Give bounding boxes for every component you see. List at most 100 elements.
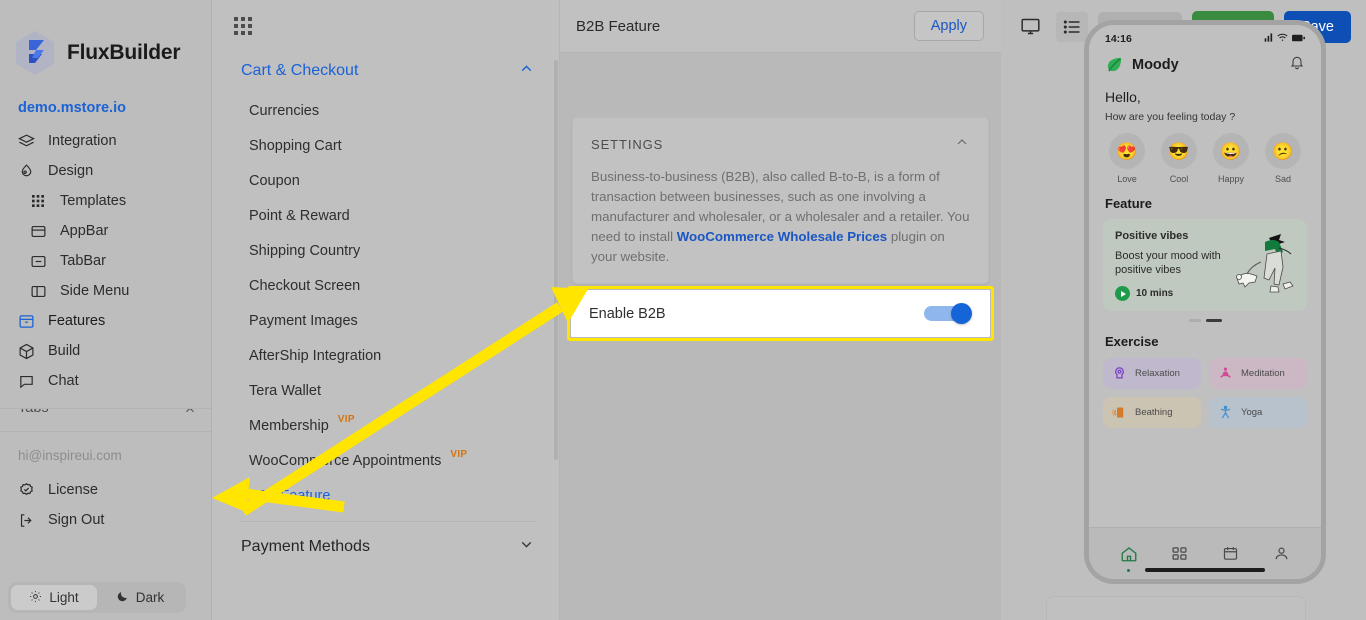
menu-item-coupon[interactable]: Coupon bbox=[212, 163, 559, 198]
chevron-up-icon bbox=[518, 60, 535, 82]
apps-grid-button[interactable] bbox=[212, 0, 559, 52]
theme-toggle[interactable]: Light Dark bbox=[8, 582, 186, 613]
exercise-chip-beathing[interactable]: Beathing bbox=[1103, 397, 1201, 428]
menu-item-label: Checkout Screen bbox=[249, 278, 360, 294]
enable-b2b-row[interactable]: Enable B2B bbox=[571, 290, 990, 337]
tab-home[interactable] bbox=[1116, 541, 1142, 567]
mood-label: Love bbox=[1105, 174, 1149, 184]
settings-section-label: SETTINGS bbox=[591, 137, 663, 152]
sidebar-item-build[interactable]: Build bbox=[0, 336, 211, 366]
menu-item-aftership-integration[interactable]: AfterShip Integration bbox=[212, 338, 559, 373]
enable-b2b-label: Enable B2B bbox=[589, 306, 666, 322]
exercise-chip-meditation[interactable]: Meditation bbox=[1209, 358, 1307, 389]
bottom-partial-panel bbox=[1046, 596, 1306, 620]
menu-item-label: Tera Wallet bbox=[249, 383, 321, 399]
settings-card: SETTINGS Business-to-business (B2B), als… bbox=[572, 117, 989, 284]
mood-option-cool[interactable]: 😎 Cool bbox=[1157, 133, 1201, 184]
phone-greeting: Hello, bbox=[1089, 77, 1321, 105]
feature-section-title: Feature bbox=[1089, 184, 1321, 211]
enable-b2b-toggle[interactable] bbox=[924, 303, 972, 324]
wholesale-prices-link[interactable]: WooCommerce Wholesale Prices bbox=[677, 229, 887, 244]
menu-item-label: B2B Feature bbox=[249, 488, 330, 504]
breathing-icon bbox=[1112, 405, 1127, 420]
home-indicator-bar bbox=[1145, 568, 1265, 572]
apply-button[interactable]: Apply bbox=[914, 11, 984, 41]
theme-dark-button[interactable]: Dark bbox=[97, 585, 183, 610]
sidebar-item-tabbar[interactable]: TabBar bbox=[0, 246, 211, 276]
site-url-link[interactable]: demo.mstore.io bbox=[0, 84, 211, 126]
phone-app-header: Moody bbox=[1089, 47, 1321, 77]
sidebar-item-label: Design bbox=[48, 163, 93, 179]
feature-card[interactable]: Positive vibes Boost your mood with posi… bbox=[1103, 219, 1307, 311]
monitor-icon[interactable] bbox=[1014, 12, 1046, 42]
sidebar-clipped-section[interactable]: Tabs bbox=[0, 408, 211, 432]
sidebar-item-label: License bbox=[48, 482, 98, 498]
sidebar-item-label: Sign Out bbox=[48, 512, 104, 528]
toggle-knob bbox=[951, 303, 972, 324]
list-icon[interactable] bbox=[1056, 12, 1088, 42]
menu-item-tera-wallet[interactable]: Tera Wallet bbox=[212, 373, 559, 408]
sidebar-clipped-section-label: Tabs bbox=[18, 408, 49, 416]
menu-item-membership[interactable]: Membership VIP bbox=[212, 408, 559, 443]
sun-icon bbox=[29, 590, 42, 606]
flux-hexagon-logo-icon bbox=[14, 30, 56, 76]
chat-icon bbox=[18, 373, 35, 390]
section-cart-and-checkout[interactable]: Cart & Checkout bbox=[212, 52, 559, 90]
features-icon bbox=[18, 313, 35, 330]
preview-pane: Share Publish Save 14:16 bbox=[1001, 0, 1366, 620]
tab-profile[interactable] bbox=[1269, 541, 1295, 567]
exercise-chip-relaxation[interactable]: Relaxation bbox=[1103, 358, 1201, 389]
sidebar-item-templates[interactable]: Templates bbox=[0, 186, 211, 216]
tab-calendar[interactable] bbox=[1218, 541, 1244, 567]
menu-item-label: Coupon bbox=[249, 173, 300, 189]
sidebar-item-chat[interactable]: Chat bbox=[0, 366, 211, 396]
carousel-dot[interactable] bbox=[1189, 319, 1201, 322]
sidebar-item-features[interactable]: Features bbox=[0, 306, 211, 336]
sidebar-item-side-menu[interactable]: Side Menu bbox=[0, 276, 211, 306]
menu-item-b2b-feature[interactable]: B2B Feature bbox=[212, 478, 559, 513]
menu-item-label: Payment Images bbox=[249, 313, 358, 329]
menu-item-shopping-cart[interactable]: Shopping Cart bbox=[212, 128, 559, 163]
mood-option-love[interactable]: 😍 Love bbox=[1105, 133, 1149, 184]
sidebar-item-design[interactable]: Design bbox=[0, 156, 211, 186]
mood-option-sad[interactable]: 😕 Sad bbox=[1261, 133, 1305, 184]
bell-icon[interactable] bbox=[1289, 54, 1305, 75]
carousel-dot-active[interactable] bbox=[1206, 319, 1222, 322]
vip-badge: VIP bbox=[450, 449, 467, 460]
sidebar-item-label: Templates bbox=[60, 193, 126, 209]
chevron-up-icon[interactable] bbox=[954, 134, 970, 155]
menu-item-shipping-country[interactable]: Shipping Country bbox=[212, 233, 559, 268]
exercise-chip-yoga[interactable]: Yoga bbox=[1209, 397, 1307, 428]
section-title: Cart & Checkout bbox=[241, 62, 358, 80]
sidebar-item-license[interactable]: License bbox=[0, 475, 211, 505]
settings-title: B2B Feature bbox=[576, 18, 660, 35]
mood-label: Sad bbox=[1261, 174, 1305, 184]
menu-item-woocommerce-appointments[interactable]: WooCommerce Appointments VIP bbox=[212, 443, 559, 478]
person-walking-dog-illustration-icon bbox=[1231, 228, 1301, 305]
menu-item-currencies[interactable]: Currencies bbox=[212, 93, 559, 128]
vip-badge: VIP bbox=[338, 414, 355, 425]
leaf-icon bbox=[1105, 55, 1124, 74]
mood-label: Cool bbox=[1157, 174, 1201, 184]
settings-description: Business-to-business (B2B), also called … bbox=[573, 167, 988, 283]
menu-item-checkout-screen[interactable]: Checkout Screen bbox=[212, 268, 559, 303]
menu-item-payment-images[interactable]: Payment Images bbox=[212, 303, 559, 338]
play-circle-icon[interactable] bbox=[1115, 286, 1130, 301]
sidebar-item-integration[interactable]: Integration bbox=[0, 126, 211, 156]
settings-card-header[interactable]: SETTINGS bbox=[573, 118, 988, 167]
exercise-label: Relaxation bbox=[1135, 368, 1180, 379]
sidebar-item-label: AppBar bbox=[60, 223, 108, 239]
menu-item-label: Membership bbox=[249, 418, 329, 434]
phone-screen: 14:16 bbox=[1089, 25, 1321, 579]
sidebar-item-sign-out[interactable]: Sign Out bbox=[0, 505, 211, 535]
mood-option-happy[interactable]: 😀 Happy bbox=[1209, 133, 1253, 184]
phone-status-bar: 14:16 bbox=[1089, 25, 1321, 47]
section-payment-methods[interactable]: Payment Methods bbox=[212, 522, 559, 566]
menu-panel-scrollbar[interactable] bbox=[554, 60, 558, 460]
theme-light-button[interactable]: Light bbox=[11, 585, 97, 610]
sidebar-item-appbar[interactable]: AppBar bbox=[0, 216, 211, 246]
tab-apps[interactable] bbox=[1167, 541, 1193, 567]
menu-item-point-and-reward[interactable]: Point & Reward bbox=[212, 198, 559, 233]
feature-card-subtitle: Boost your mood with positive vibes bbox=[1115, 249, 1235, 277]
menu-item-label: Shopping Cart bbox=[249, 138, 342, 154]
